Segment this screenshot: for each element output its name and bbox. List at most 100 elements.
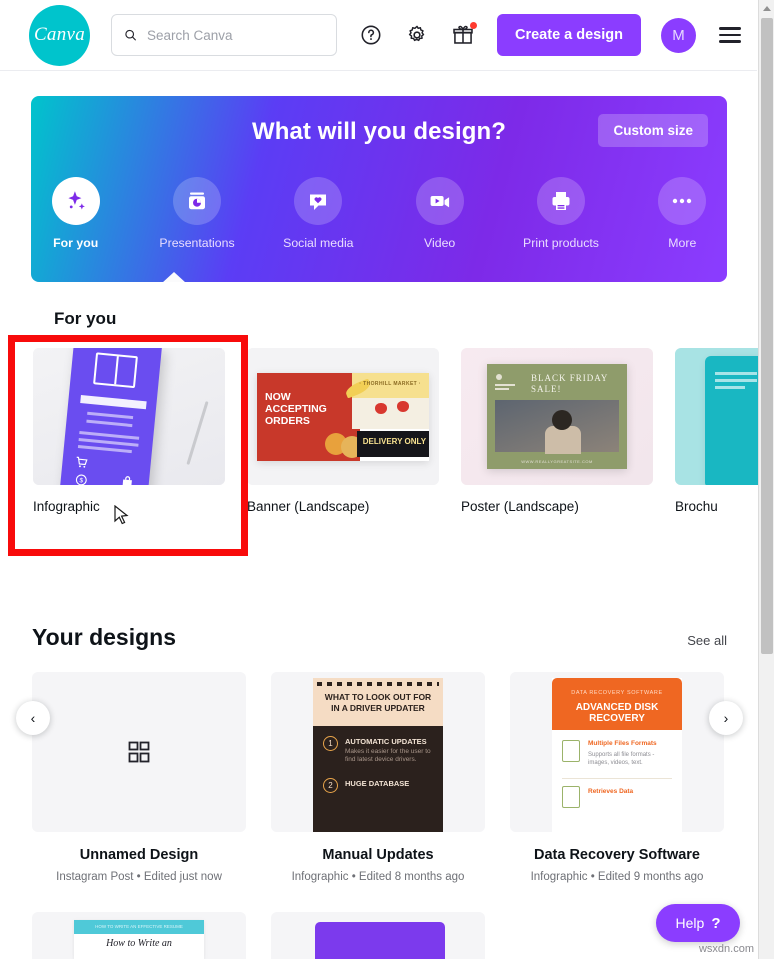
art-item-title: Retrieves Data bbox=[588, 788, 634, 795]
art-item-title: HUGE DATABASE bbox=[345, 779, 410, 788]
category-label: Video bbox=[424, 236, 456, 250]
watermark: wsxdn.com bbox=[698, 943, 754, 955]
gear-icon[interactable] bbox=[405, 23, 429, 47]
scrollbar-thumb[interactable] bbox=[761, 18, 773, 654]
gift-notification-badge bbox=[470, 22, 477, 29]
cart-icon bbox=[76, 456, 88, 468]
category-tab-presentations[interactable]: Presentations bbox=[152, 177, 241, 250]
book-icon bbox=[93, 352, 138, 389]
art-item-body: Makes it easier for the user to find lat… bbox=[345, 748, 431, 763]
banner-headline: NOW ACCEPTING ORDERS bbox=[265, 391, 327, 427]
question-mark-icon: ? bbox=[711, 914, 721, 932]
chart-icon bbox=[562, 786, 580, 808]
banner-badge: DELIVERY ONLY bbox=[356, 430, 429, 457]
mouse-cursor bbox=[114, 505, 129, 525]
art-item-body: Supports all file formats - images, vide… bbox=[588, 752, 655, 766]
banner-tag: · THORHILL MARKET · bbox=[359, 381, 421, 387]
heart-bubble-icon bbox=[294, 177, 343, 225]
your-designs-title: Your designs bbox=[32, 624, 176, 650]
dollar-icon: $ bbox=[75, 474, 87, 485]
template-card-poster-landscape[interactable]: BLACK FRIDAY SALE! WWW.REALLYGREATSITE.C… bbox=[461, 348, 653, 533]
chevron-left-icon: ‹ bbox=[30, 710, 36, 726]
avatar-initial: M bbox=[672, 26, 685, 44]
design-card-meta: Instagram Post • Edited just now bbox=[56, 871, 222, 883]
design-card-title: Unnamed Design bbox=[79, 847, 199, 863]
scroll-up-arrow[interactable] bbox=[759, 0, 774, 17]
design-card-data-recovery[interactable]: DATA RECOVERY SOFTWARE ADVANCED DISK REC… bbox=[510, 672, 724, 883]
active-tab-caret bbox=[162, 272, 186, 282]
create-a-design-button[interactable]: Create a design bbox=[497, 14, 641, 56]
design-card-how-to-write[interactable]: HOW TO WRITE AN EFFECTIVE RESUME How to … bbox=[32, 912, 246, 959]
template-thumbnail: $ bbox=[33, 348, 225, 485]
design-card-meta: Infographic • Edited 8 months ago bbox=[291, 871, 465, 883]
art-heading: WHAT TO LOOK OUT FOR IN A DRIVER UPDATER bbox=[324, 692, 432, 713]
hamburger-menu-icon[interactable] bbox=[719, 23, 741, 46]
page-scrollbar[interactable] bbox=[758, 0, 774, 959]
data-recovery-art: DATA RECOVERY SOFTWARE ADVANCED DISK REC… bbox=[552, 678, 682, 832]
design-thumbnail: WHAT TO LOOK OUT FOR IN A DRIVER UPDATER… bbox=[271, 672, 485, 832]
clipboard-icon bbox=[562, 740, 580, 762]
carousel-prev-button[interactable]: ‹ bbox=[16, 701, 50, 735]
design-card-meta: Infographic • Edited 9 months ago bbox=[530, 871, 704, 883]
design-card-manual-updates[interactable]: WHAT TO LOOK OUT FOR IN A DRIVER UPDATER… bbox=[271, 672, 485, 883]
avatar[interactable]: M bbox=[661, 17, 696, 53]
gift-icon[interactable] bbox=[451, 22, 477, 47]
see-all-link[interactable]: See all bbox=[687, 633, 727, 648]
template-thumbnail: BLACK FRIDAY SALE! WWW.REALLYGREATSITE.C… bbox=[461, 348, 653, 485]
category-label: Print products bbox=[523, 236, 599, 250]
canva-homepage: Canva Search Canva Create a design M Wha… bbox=[0, 0, 774, 959]
canva-logo[interactable]: Canva bbox=[29, 4, 90, 66]
canva-logo-text: Canva bbox=[33, 24, 86, 45]
grid-placeholder-icon bbox=[128, 741, 150, 763]
category-label: Presentations bbox=[159, 236, 235, 250]
help-circle-icon[interactable] bbox=[359, 23, 383, 47]
search-bar[interactable] bbox=[111, 14, 337, 56]
ellipsis-icon bbox=[658, 177, 707, 225]
category-tab-print-products[interactable]: Print products bbox=[516, 177, 605, 250]
art-heading: How to Write an bbox=[106, 938, 172, 949]
infographic-art: $ bbox=[60, 348, 162, 485]
design-card-unnamed[interactable]: Unnamed Design Instagram Post • Edited j… bbox=[32, 672, 246, 883]
art-supertitle: DATA RECOVERY SOFTWARE bbox=[571, 690, 663, 696]
search-input[interactable] bbox=[147, 27, 324, 43]
template-card-banner-landscape[interactable]: NOW ACCEPTING ORDERS · THORHILL MARKET ·… bbox=[247, 348, 439, 533]
design-thumbnail bbox=[315, 922, 445, 959]
design-card-purple[interactable] bbox=[271, 912, 485, 959]
category-tab-for-you[interactable]: For you bbox=[31, 177, 120, 250]
template-card-label: Poster (Landscape) bbox=[461, 499, 579, 514]
search-icon bbox=[125, 29, 136, 41]
svg-text:$: $ bbox=[79, 477, 84, 484]
category-tabs: For you Presentations Social media Video… bbox=[31, 177, 727, 250]
banner-art: NOW ACCEPTING ORDERS · THORHILL MARKET ·… bbox=[257, 373, 429, 461]
category-label: For you bbox=[53, 236, 99, 250]
category-label: More bbox=[668, 236, 697, 250]
bag-icon bbox=[122, 476, 132, 485]
strawberry-art bbox=[397, 401, 409, 412]
help-button-label: Help bbox=[675, 915, 705, 931]
category-tab-video[interactable]: Video bbox=[395, 177, 484, 250]
hero-banner: What will you design? Custom size For yo… bbox=[31, 96, 727, 282]
poster-photo bbox=[495, 400, 619, 454]
template-thumbnail: NOW ACCEPTING ORDERS · THORHILL MARKET ·… bbox=[247, 348, 439, 485]
design-card-title: Data Recovery Software bbox=[533, 847, 700, 863]
design-thumbnail: HOW TO WRITE AN EFFECTIVE RESUME How to … bbox=[74, 920, 204, 959]
sparkle-icon bbox=[51, 177, 100, 225]
poster-title: BLACK FRIDAY SALE! bbox=[531, 373, 609, 394]
category-tab-social-media[interactable]: Social media bbox=[274, 177, 363, 250]
your-designs-header: Your designs See all bbox=[32, 624, 727, 651]
category-tab-more[interactable]: More bbox=[638, 177, 727, 250]
custom-size-button[interactable]: Custom size bbox=[598, 114, 708, 147]
art-item-title: AUTOMATIC UPDATES bbox=[345, 737, 427, 746]
art-item-number: 2 bbox=[323, 778, 338, 793]
art-item-number: 1 bbox=[323, 736, 338, 751]
design-thumbnail bbox=[32, 672, 246, 832]
art-heading: ADVANCED DISK RECOVERY bbox=[575, 702, 659, 724]
template-carousel[interactable]: $ Infographic NOW ACCEPTING ORDERS · THO… bbox=[33, 348, 774, 533]
video-camera-icon bbox=[415, 177, 464, 225]
poster-art: BLACK FRIDAY SALE! WWW.REALLYGREATSITE.C… bbox=[487, 364, 627, 469]
driver-updater-art: WHAT TO LOOK OUT FOR IN A DRIVER UPDATER… bbox=[313, 678, 443, 832]
chevron-right-icon: › bbox=[723, 710, 729, 726]
help-button[interactable]: Help ? bbox=[656, 904, 740, 942]
designs-next-row: HOW TO WRITE AN EFFECTIVE RESUME How to … bbox=[32, 912, 725, 959]
carousel-next-button[interactable]: › bbox=[709, 701, 743, 735]
